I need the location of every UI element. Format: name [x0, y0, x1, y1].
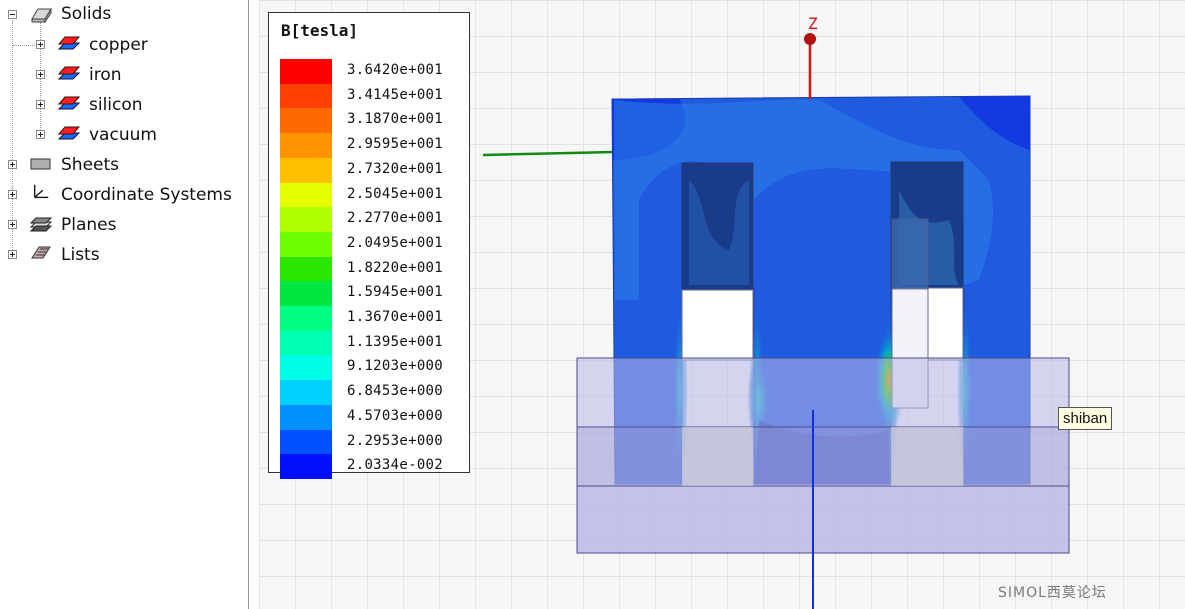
legend-swatch — [280, 133, 332, 159]
legend-value: 3.1870e+001 — [347, 111, 444, 128]
legend-swatch — [280, 256, 332, 282]
expand-icon[interactable] — [36, 100, 45, 109]
legend-value: 1.8220e+001 — [347, 259, 444, 276]
tree-item-label: Coordinate Systems — [61, 185, 232, 205]
sheet-icon — [30, 158, 51, 170]
legend-value: 2.2770e+001 — [347, 210, 444, 227]
coil-left[interactable] — [681, 162, 754, 361]
legend-swatch — [280, 182, 332, 208]
legend-value: 3.6420e+001 — [347, 62, 444, 78]
legend-value: 3.4145e+001 — [347, 86, 444, 103]
collapse-icon[interactable] — [8, 10, 17, 19]
material-layers-icon — [57, 36, 81, 50]
legend-value: 6.8453e+000 — [347, 383, 444, 400]
tree-item-iron[interactable]: iron — [0, 60, 248, 90]
tree-item-solids[interactable]: Solids — [0, 0, 248, 30]
legend-value: 1.3670e+001 — [347, 309, 444, 325]
material-layers-icon — [57, 96, 81, 110]
material-layers-icon — [57, 66, 81, 80]
legend-value: 2.0495e+001 — [347, 234, 444, 251]
model-tree-panel: Solids copper iron silicon vacuum Sheets… — [0, 0, 249, 609]
legend-title: B[tesla] — [281, 21, 359, 40]
tree-item-label: silicon — [89, 95, 143, 115]
material-layers-icon — [57, 126, 81, 140]
legend-swatch — [280, 83, 332, 109]
plane-icon — [29, 217, 53, 232]
legend-value: 1.1395e+001 — [347, 333, 444, 350]
legend-swatch — [280, 355, 332, 381]
expand-icon[interactable] — [36, 130, 45, 139]
legend-swatch — [280, 59, 332, 84]
legend-value: 2.9595e+001 — [347, 136, 444, 153]
tree-item-silicon[interactable]: silicon — [0, 90, 248, 120]
legend-swatch — [280, 306, 332, 331]
legend-swatch — [280, 157, 332, 183]
legend-swatch — [280, 207, 332, 233]
tree-item-label: Lists — [61, 245, 100, 265]
tree-item-label: Sheets — [61, 155, 120, 175]
tree-item-vacuum[interactable]: vacuum — [0, 120, 248, 150]
tree-item-planes[interactable]: Planes — [0, 210, 248, 240]
color-legend[interactable]: B[tesla] 3.6420e+001 3.4145e+001 3.1870e+0… — [268, 12, 470, 480]
legend-value: 4.5703e+000 — [347, 407, 444, 424]
legend-value: 2.2953e+000 — [347, 432, 444, 449]
axes-icon — [34, 184, 49, 199]
legend-swatch — [280, 330, 332, 356]
tree-item-label: Planes — [61, 215, 117, 235]
tree-connector — [13, 45, 35, 46]
legend-swatch — [280, 231, 332, 257]
legend-value: 2.7320e+001 — [347, 160, 444, 177]
legend-swatch — [280, 404, 332, 430]
tree-item-lists[interactable]: Lists — [0, 240, 248, 270]
legend-swatch — [280, 429, 332, 455]
legend-swatch — [280, 454, 332, 480]
expand-icon[interactable] — [8, 220, 17, 229]
legend-swatch — [280, 108, 332, 134]
base-plate-shiban[interactable] — [576, 357, 1070, 554]
tree-item-label: iron — [89, 65, 122, 85]
list-icon — [31, 246, 51, 259]
legend-swatch — [280, 281, 332, 307]
tree-item-label: copper — [89, 35, 148, 55]
expand-icon[interactable] — [8, 250, 17, 259]
tree-item-copper[interactable]: copper — [0, 30, 248, 60]
legend-swatch — [280, 380, 332, 406]
legend-value: 9.1203e+000 — [347, 358, 444, 375]
z-axis-tip — [804, 33, 816, 45]
legend-value: 1.5945e+001 — [347, 284, 444, 301]
legend-value: 2.0334e-002 — [347, 457, 444, 474]
object-tooltip: shiban — [1058, 407, 1113, 430]
tree-item-coordinate-systems[interactable]: Coordinate Systems — [0, 180, 248, 210]
expand-icon[interactable] — [36, 70, 45, 79]
tree-item-sheets[interactable]: Sheets — [0, 150, 248, 180]
z-axis-label: Z — [808, 14, 818, 33]
expand-icon[interactable] — [36, 40, 45, 49]
tree-item-label: Solids — [61, 4, 112, 24]
expand-icon[interactable] — [8, 190, 17, 199]
tree-item-label: vacuum — [89, 125, 157, 145]
legend-value: 2.5045e+001 — [347, 185, 444, 202]
watermark: SIMOL西莫论坛 — [998, 585, 1107, 601]
solid-box-icon — [31, 7, 52, 23]
expand-icon[interactable] — [8, 160, 17, 169]
